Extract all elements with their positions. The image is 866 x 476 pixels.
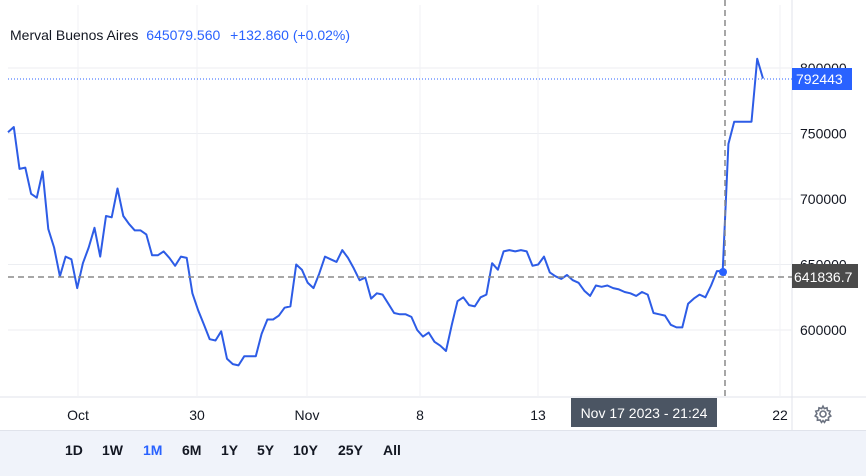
range-button-1m[interactable]: 1M [143,442,162,458]
x-tick-label: Nov [295,407,320,423]
x-tick-label: Oct [67,407,89,423]
chart-area[interactable]: 600000650000700000750000800000Oct30Nov81… [0,0,866,430]
x-tick-label: 13 [530,407,546,423]
range-button-1d[interactable]: 1D [65,442,83,458]
y-tick-label: 700000 [800,191,847,207]
x-tick-label: 8 [416,407,424,423]
range-button-1w[interactable]: 1W [102,442,123,458]
gear-icon[interactable] [813,404,833,424]
crosshair-point [719,268,727,276]
range-button-1y[interactable]: 1Y [221,442,238,458]
crosshair-date-label: Nov 17 2023 - 21:24 [581,405,708,421]
x-tick-label: 22 [772,407,788,423]
range-button-6m[interactable]: 6M [182,442,201,458]
range-button-10y[interactable]: 10Y [293,442,318,458]
range-button-5y[interactable]: 5Y [257,442,274,458]
x-tick-label: 30 [189,407,205,423]
price-chart[interactable]: 600000650000700000750000800000Oct30Nov81… [0,0,866,430]
last-price-label: 792443 [796,71,843,87]
series-line [7,57,764,367]
y-tick-label: 600000 [800,322,847,338]
instrument-name: Merval Buenos Aires [10,27,139,43]
legend-price: 645079.560 [146,27,221,43]
chart-legend: Merval Buenos Aires 645079.560 +132.860 … [10,27,350,43]
range-button-all[interactable]: All [383,442,401,458]
crosshair-price-label: 641836.7 [794,269,853,285]
range-selector: 1D 1W 1M 6M 1Y 5Y 10Y 25Y All [0,430,866,476]
legend-change: +132.860 (+0.02%) [230,27,351,43]
range-button-25y[interactable]: 25Y [338,442,363,458]
y-tick-label: 750000 [800,126,847,142]
